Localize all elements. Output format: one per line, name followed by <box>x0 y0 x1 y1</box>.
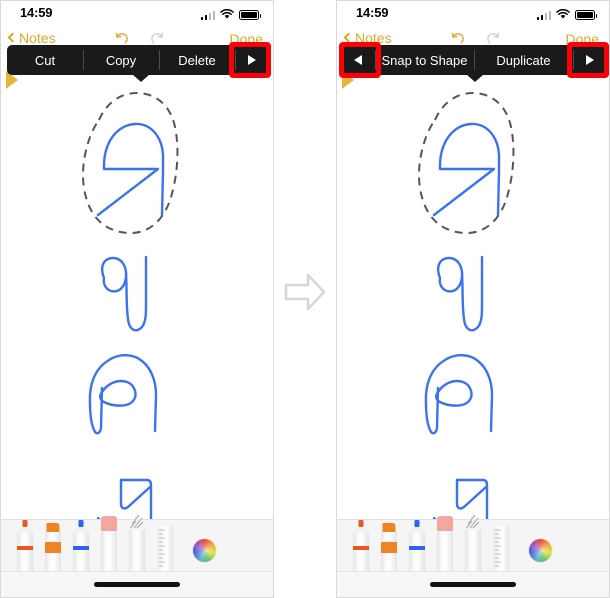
cut-menu-item[interactable]: Cut <box>7 45 83 75</box>
eraser-icon <box>437 516 453 572</box>
phone-panel-before: 14:59 Notes Done Cut Copy Delete <box>0 0 274 598</box>
ruler-tool[interactable] <box>487 526 515 572</box>
stroke-selected-shape <box>438 122 501 173</box>
back-button-label: Notes <box>355 30 392 46</box>
pen-tool[interactable] <box>11 520 39 572</box>
marker-tool[interactable] <box>403 520 431 572</box>
drawing-canvas-after[interactable] <box>337 55 609 519</box>
triangle-right-icon <box>586 55 594 65</box>
status-bar-before: 14:59 <box>1 1 273 27</box>
cellular-signal-icon <box>200 11 215 20</box>
pen-icon <box>353 520 369 572</box>
stroke-selected-shape <box>102 122 165 173</box>
status-bar-clock: 14:59 <box>20 5 53 20</box>
status-bar-icons <box>200 8 261 20</box>
home-indicator-area <box>337 571 609 597</box>
chevron-left-icon <box>7 32 18 43</box>
triangle-right-icon <box>248 55 256 65</box>
pen-toolbar-before <box>1 510 273 597</box>
previous-page-arrow-button[interactable] <box>341 45 375 75</box>
ruler-tool[interactable] <box>151 526 179 572</box>
drawing-canvas-before[interactable] <box>1 55 273 519</box>
status-bar-icons <box>536 8 597 20</box>
ink-strokes-after <box>418 91 515 519</box>
pen-icon <box>17 520 33 572</box>
next-page-arrow-button[interactable] <box>235 45 269 75</box>
back-button-label: Notes <box>19 30 56 46</box>
ruler-icon <box>157 526 173 572</box>
right-arrow-icon <box>284 273 326 311</box>
delete-menu-item[interactable]: Delete <box>159 45 235 75</box>
pen-tool[interactable] <box>347 520 375 572</box>
marker-icon <box>73 520 89 572</box>
highlighter-tool[interactable] <box>375 523 403 572</box>
comparison-stage: 14:59 Notes Done Cut Copy Delete 14:59 N… <box>0 0 610 598</box>
stroke-shape-four <box>119 478 152 510</box>
eraser-icon <box>101 516 117 572</box>
home-indicator-area <box>1 571 273 597</box>
copy-menu-item[interactable]: Copy <box>83 45 159 75</box>
lasso-icon <box>465 510 481 572</box>
battery-full-icon <box>575 10 597 20</box>
eraser-tool[interactable] <box>431 516 459 572</box>
eraser-tool[interactable] <box>95 516 123 572</box>
popup-tail <box>466 74 484 82</box>
pen-tool-list <box>1 510 273 572</box>
pen-tool-list <box>337 510 609 572</box>
duplicate-menu-item[interactable]: Duplicate <box>474 45 573 75</box>
lasso-tool[interactable] <box>459 510 487 572</box>
color-picker-button[interactable] <box>529 539 552 562</box>
wifi-icon <box>556 9 570 19</box>
stroke-shape-three <box>424 354 494 433</box>
ink-strokes-before <box>82 91 179 519</box>
back-to-notes-button[interactable]: Notes <box>7 30 56 46</box>
color-picker-button[interactable] <box>193 539 216 562</box>
stroke-shape-three <box>88 354 158 433</box>
edit-menu-popup-before: Cut Copy Delete <box>7 45 269 82</box>
cellular-signal-icon <box>536 11 551 20</box>
triangle-left-icon <box>354 55 362 65</box>
wifi-icon <box>220 9 234 19</box>
status-bar-clock: 14:59 <box>356 5 389 20</box>
popup-tail <box>132 74 150 82</box>
highlighter-tool[interactable] <box>39 523 67 572</box>
highlighter-icon <box>381 523 397 572</box>
next-page-arrow-button[interactable] <box>573 45 607 75</box>
snap-to-shape-menu-item[interactable]: Snap to Shape <box>375 45 474 75</box>
lasso-icon <box>129 510 145 572</box>
edit-menu-popup-after: Snap to Shape Duplicate <box>341 45 607 82</box>
ruler-icon <box>493 526 509 572</box>
lasso-tool[interactable] <box>123 510 151 572</box>
stroke-shape-two <box>436 256 464 293</box>
marker-icon <box>409 520 425 572</box>
chevron-left-icon <box>343 32 354 43</box>
home-indicator[interactable] <box>94 582 180 587</box>
pen-toolbar-after <box>337 510 609 597</box>
battery-full-icon <box>239 10 261 20</box>
status-bar-after: 14:59 <box>337 1 609 27</box>
back-to-notes-button[interactable]: Notes <box>343 30 392 46</box>
stroke-shape-four <box>455 478 488 510</box>
stroke-shape-two <box>100 256 128 293</box>
marker-tool[interactable] <box>67 520 95 572</box>
phone-panel-after: 14:59 Notes Done Snap to Shape Duplicate <box>336 0 610 598</box>
highlighter-icon <box>45 523 61 572</box>
home-indicator[interactable] <box>430 582 516 587</box>
